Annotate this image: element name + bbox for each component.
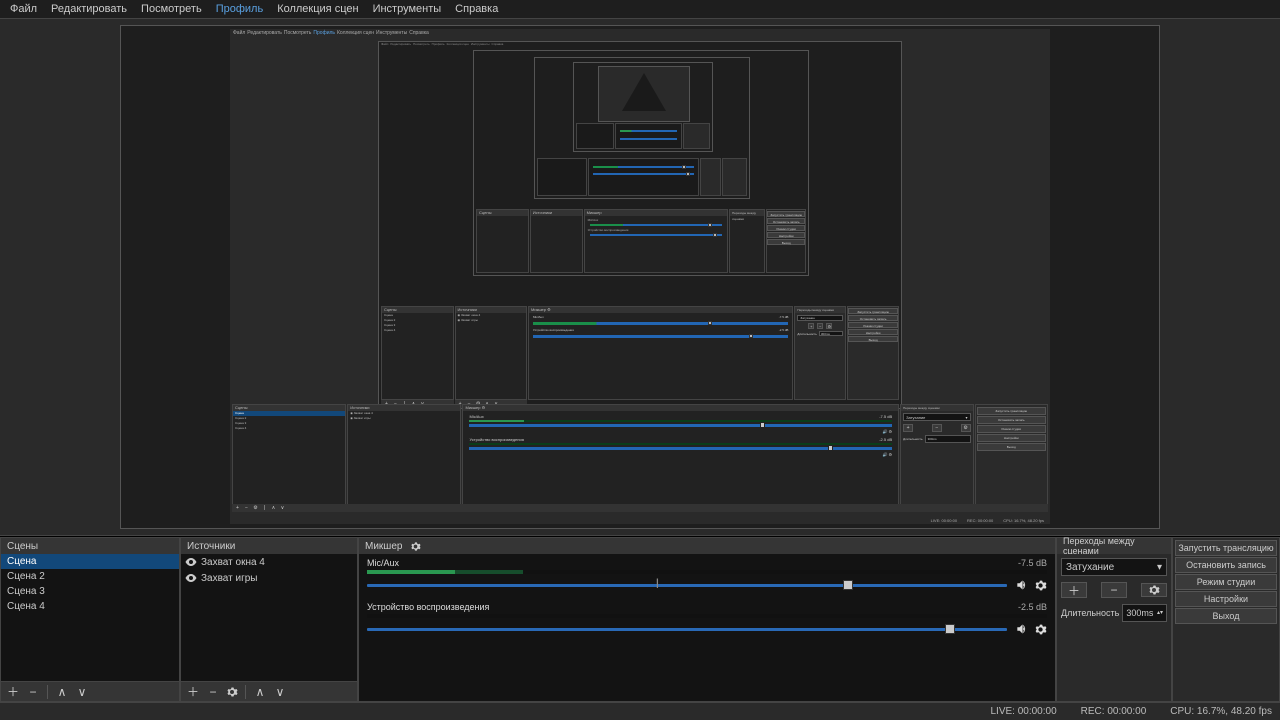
scenes-title: Сцены <box>1 538 179 554</box>
scene-item[interactable]: Сцена 3 <box>1 584 179 599</box>
scenes-list[interactable]: Сцена Сцена 2 Сцена 3 Сцена 4 <box>1 554 179 681</box>
channel-db: -7.5 dB <box>1018 558 1047 568</box>
channel-settings-button[interactable] <box>1033 622 1047 636</box>
source-label: Захват игры <box>201 573 257 584</box>
settings-button[interactable]: Настройки <box>1175 591 1277 607</box>
scene-item[interactable]: Сцена 2 <box>1 569 179 584</box>
scene-item[interactable]: Сцена <box>1 554 179 569</box>
sources-list[interactable]: Захват окна 4 Захват игры <box>181 554 357 681</box>
studio-mode-button[interactable]: Режим студии <box>1175 574 1277 590</box>
preview-canvas[interactable]: ФайлРедактироватьПосмотретьПрофильКоллек… <box>120 25 1160 529</box>
nested-preview-5 <box>598 66 690 122</box>
mixer-channel: Mic/Aux -7.5 dB ┃ <box>367 558 1047 592</box>
add-scene-button[interactable]: ＋ <box>5 684 21 700</box>
remove-scene-button[interactable]: − <box>25 684 41 700</box>
nested-menubar: ФайлРедактироватьПосмотретьПрофильКоллек… <box>230 29 1050 39</box>
mixer-body: Mic/Aux -7.5 dB ┃ Устройство во <box>359 554 1055 701</box>
transitions-dock: Переходы между сценами Затухание ▾ ＋ − Д… <box>1056 537 1172 702</box>
volume-meter <box>367 614 1047 618</box>
scenes-toolbar: ＋ − ∧ ∨ <box>1 681 179 701</box>
menu-file[interactable]: Файл <box>4 2 43 16</box>
transition-settings-button[interactable] <box>1141 583 1167 597</box>
remove-transition-button[interactable]: − <box>1101 582 1127 598</box>
spin-arrows-icon[interactable]: ▴▾ <box>1157 610 1163 616</box>
controls-dock: Запустить трансляцию Остановить запись Р… <box>1172 537 1280 702</box>
nested-window: ФайлРедактироватьПосмотретьПрофильКоллек… <box>230 29 1050 524</box>
nested-statusbar: LIVE: 00:00:00 REC: 00:00:00 CPU: 16.7%,… <box>230 516 1050 524</box>
volume-slider[interactable]: ┃ <box>367 584 1007 587</box>
add-transition-button[interactable]: ＋ <box>1061 582 1087 598</box>
sources-title: Источники <box>181 538 357 554</box>
mixer-settings-icon[interactable] <box>408 539 422 553</box>
volume-slider[interactable] <box>367 628 1007 631</box>
nested-preview-4 <box>573 62 713 152</box>
start-streaming-button[interactable]: Запустить трансляцию <box>1175 540 1277 556</box>
sources-dock: Источники Захват окна 4 Захват игры ＋ − … <box>180 537 358 702</box>
source-item[interactable]: Захват окна 4 <box>181 554 357 570</box>
move-source-up-button[interactable]: ∧ <box>252 684 268 700</box>
status-rec: REC: 00:00:00 <box>1081 706 1147 717</box>
visibility-icon[interactable] <box>185 556 197 568</box>
duration-spinbox[interactable]: 300ms ▴▾ <box>1122 604 1167 622</box>
volume-meter <box>367 570 1047 574</box>
mute-button[interactable] <box>1015 578 1029 592</box>
source-item[interactable]: Захват игры <box>181 570 357 586</box>
add-source-button[interactable]: ＋ <box>185 684 201 700</box>
stop-recording-button[interactable]: Остановить запись <box>1175 557 1277 573</box>
main-menubar[interactable]: Файл Редактировать Посмотреть Профиль Ко… <box>0 0 1280 18</box>
nested-preview-3 <box>534 57 750 199</box>
transition-select[interactable]: Затухание ▾ <box>1061 558 1167 576</box>
source-settings-button[interactable] <box>225 685 239 699</box>
menu-scene-collection[interactable]: Коллекция сцен <box>271 2 364 16</box>
mixer-title: Микшер <box>359 538 1055 554</box>
remove-source-button[interactable]: − <box>205 684 221 700</box>
slider-knob[interactable] <box>843 580 853 590</box>
status-live: LIVE: 00:00:00 <box>990 706 1056 717</box>
move-scene-down-button[interactable]: ∨ <box>74 684 90 700</box>
slider-knob[interactable] <box>945 624 955 634</box>
preview-area: ФайлРедактироватьПосмотретьПрофильКоллек… <box>0 18 1280 536</box>
menu-edit[interactable]: Редактировать <box>45 2 133 16</box>
menu-tools[interactable]: Инструменты <box>367 2 448 16</box>
channel-name: Mic/Aux <box>367 558 399 568</box>
menu-view[interactable]: Посмотреть <box>135 2 208 16</box>
menu-profile[interactable]: Профиль <box>210 2 270 16</box>
mute-button[interactable] <box>1015 622 1029 636</box>
transitions-title: Переходы между сценами <box>1057 538 1171 554</box>
mixer-dock: Микшер Mic/Aux -7.5 dB ┃ <box>358 537 1056 702</box>
nested-preview-1: ФайлРедактироватьПосмотретьПрофильКоллек… <box>378 41 902 409</box>
chevron-down-icon: ▾ <box>1157 562 1162 573</box>
mixer-channel: Устройство воспроизведения -2.5 dB <box>367 602 1047 636</box>
channel-settings-button[interactable] <box>1033 578 1047 592</box>
move-source-down-button[interactable]: ∨ <box>272 684 288 700</box>
visibility-icon[interactable] <box>185 572 197 584</box>
move-scene-up-button[interactable]: ∧ <box>54 684 70 700</box>
docks-row: Сцены Сцена Сцена 2 Сцена 3 Сцена 4 ＋ − … <box>0 536 1280 702</box>
channel-name: Устройство воспроизведения <box>367 602 489 612</box>
channel-db: -2.5 dB <box>1018 602 1047 612</box>
sources-toolbar: ＋ − ∧ ∨ <box>181 681 357 701</box>
source-label: Захват окна 4 <box>201 557 265 568</box>
status-cpu: CPU: 16.7%, 48.20 fps <box>1170 706 1272 717</box>
duration-label: Длительность <box>1061 608 1119 618</box>
scenes-dock: Сцены Сцена Сцена 2 Сцена 3 Сцена 4 ＋ − … <box>0 537 180 702</box>
menu-help[interactable]: Справка <box>449 2 504 16</box>
status-bar: LIVE: 00:00:00 REC: 00:00:00 CPU: 16.7%,… <box>0 702 1280 720</box>
exit-button[interactable]: Выход <box>1175 608 1277 624</box>
scene-item[interactable]: Сцена 4 <box>1 599 179 614</box>
nested-preview-2: Сцены Источники Микшер Mic/Aux Устройств… <box>473 50 809 276</box>
